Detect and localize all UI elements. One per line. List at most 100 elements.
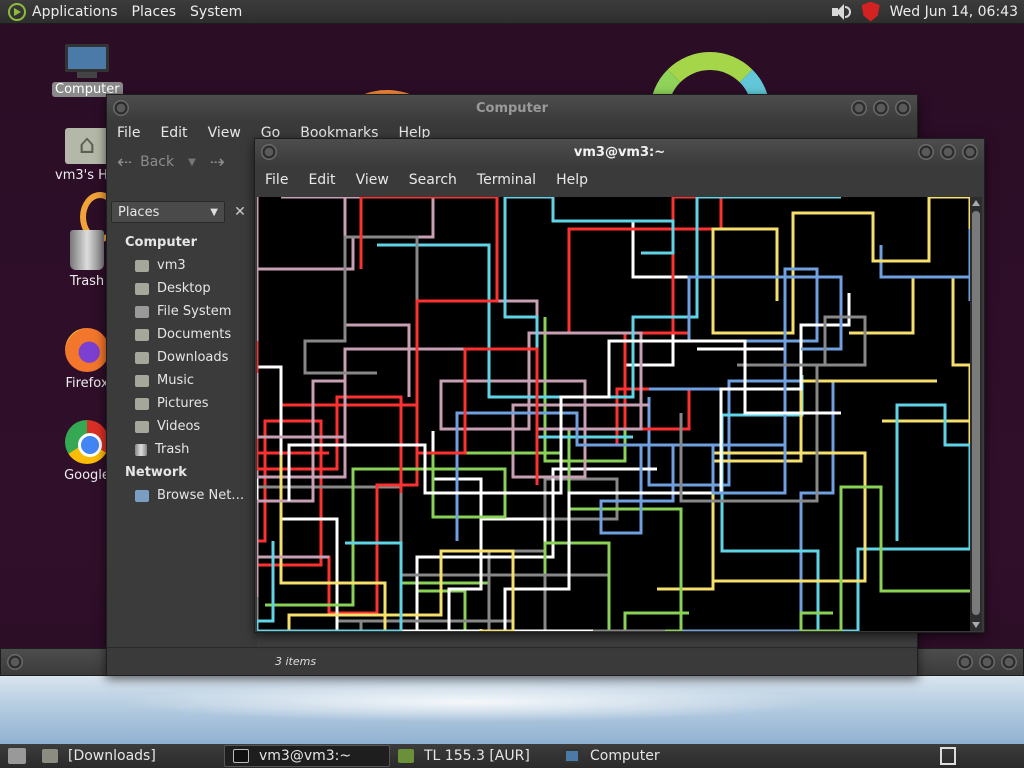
sidebar-item-videos[interactable]: Videos <box>107 415 255 438</box>
sidebar-item-music[interactable]: Music <box>107 369 255 392</box>
sidebar-item-label: Browse Net… <box>157 488 245 503</box>
status-bar: 3 items <box>107 647 917 675</box>
sidebar-item-pictures[interactable]: Pictures <box>107 392 255 415</box>
folder-icon <box>135 351 149 364</box>
sidebar-item-file-system[interactable]: File System <box>107 300 255 323</box>
folder-icon <box>135 374 149 387</box>
menu-view[interactable]: View <box>346 172 399 188</box>
computer-icon <box>65 44 109 78</box>
sidebar-mode-label: Places <box>118 204 160 220</box>
minecraft-icon <box>398 749 414 763</box>
pipe-line <box>359 197 539 485</box>
task-downloads[interactable]: [Downloads] <box>34 745 224 767</box>
trash-icon <box>70 230 104 270</box>
pipe-line <box>647 379 835 631</box>
chrome-icon <box>65 420 109 464</box>
sidebar-item-browse-network[interactable]: Browse Net… <box>107 484 255 507</box>
sidebar-item-label: Documents <box>157 327 232 342</box>
close-icon[interactable] <box>962 144 978 160</box>
terminal-scrollbar[interactable] <box>970 197 982 631</box>
folder-icon <box>42 749 58 763</box>
back-label: Back <box>140 154 175 170</box>
desktop-icon-label: Trash <box>69 274 105 289</box>
minimize-icon[interactable] <box>851 100 867 116</box>
terminal-window[interactable]: vm3@vm3:~ File Edit View Search Terminal… <box>254 138 985 633</box>
task-computer[interactable]: Computer <box>556 745 722 767</box>
sidebar-item-downloads[interactable]: Downloads <box>107 346 255 369</box>
task-label: Computer <box>590 748 660 764</box>
terminal-menubar: File Edit View Search Terminal Help <box>255 165 984 195</box>
volume-icon[interactable] <box>830 3 852 21</box>
sidebar-item-label: Downloads <box>157 350 229 365</box>
places-list: Computer vm3 Desktop File System Documen… <box>107 231 255 507</box>
menu-applications[interactable]: Applications <box>32 4 126 20</box>
terminal-screen[interactable] <box>257 197 970 631</box>
workspace-switcher-icon[interactable] <box>940 747 956 765</box>
menu-view[interactable]: View <box>198 125 251 141</box>
trash-icon <box>135 443 147 456</box>
back-button[interactable]: ⇠ Back ▼ <box>117 152 196 173</box>
window-title: vm3@vm3:~ <box>573 144 666 160</box>
distro-logo-icon[interactable] <box>8 2 26 21</box>
security-shield-icon[interactable] <box>861 1 880 22</box>
close-sidebar-button[interactable]: ✕ <box>229 204 251 220</box>
computer-icon <box>564 749 580 763</box>
close-icon[interactable] <box>895 100 911 116</box>
minimize-icon[interactable] <box>918 144 934 160</box>
task-terminal[interactable]: vm3@vm3:~ <box>224 745 390 767</box>
folder-icon <box>135 397 149 410</box>
home-icon <box>135 259 149 272</box>
back-history-dropdown-icon[interactable]: ▼ <box>188 157 196 168</box>
pipes-animation <box>257 197 970 631</box>
desktop-icon-computer[interactable]: Computer <box>52 44 123 97</box>
menu-help[interactable]: Help <box>546 172 598 188</box>
close-icon[interactable] <box>1001 654 1017 670</box>
pipe-line <box>879 197 970 301</box>
system-tray: Wed Jun 14, 06:43 <box>830 0 1024 24</box>
menu-edit[interactable]: Edit <box>298 172 345 188</box>
pipe-line <box>799 485 970 631</box>
task-label: vm3@vm3:~ <box>259 748 352 764</box>
scroll-down-icon[interactable] <box>972 622 980 628</box>
file-manager-titlebar[interactable]: Computer <box>107 95 917 121</box>
sidebar-item-label: Music <box>157 373 194 388</box>
minimize-icon[interactable] <box>957 654 973 670</box>
scroll-up-icon[interactable] <box>972 200 980 206</box>
chevron-down-icon: ▼ <box>210 206 218 218</box>
menu-search[interactable]: Search <box>399 172 467 188</box>
scrollbar-thumb[interactable] <box>972 211 980 615</box>
sidebar-item-desktop[interactable]: Desktop <box>107 277 255 300</box>
clock[interactable]: Wed Jun 14, 06:43 <box>890 4 1018 20</box>
terminal-titlebar[interactable]: vm3@vm3:~ <box>255 139 984 165</box>
maximize-icon[interactable] <box>873 100 889 116</box>
maximize-icon[interactable] <box>940 144 956 160</box>
window-menu-icon[interactable] <box>7 654 23 670</box>
menu-edit[interactable]: Edit <box>150 125 197 141</box>
task-label: [Downloads] <box>68 748 156 764</box>
folder-icon <box>135 328 149 341</box>
menu-file[interactable]: File <box>255 172 298 188</box>
maximize-icon[interactable] <box>979 654 995 670</box>
task-minecraft[interactable]: TL 155.3 [AUR] <box>390 745 556 767</box>
pipe-line <box>257 419 329 567</box>
sidebar-mode-select[interactable]: Places ▼ <box>111 201 225 223</box>
window-title: Computer <box>475 100 549 116</box>
sidebar-item-label: Trash <box>155 442 190 457</box>
network-icon <box>135 489 149 502</box>
menu-places[interactable]: Places <box>132 4 185 20</box>
sidebar-item-vm3[interactable]: vm3 <box>107 254 255 277</box>
top-panel: Applications Places System Wed Jun 14, 0… <box>0 0 1024 24</box>
show-desktop-icon[interactable] <box>8 748 26 764</box>
pipe-line <box>679 315 867 503</box>
sidebar-item-label: File System <box>157 304 232 319</box>
menu-terminal[interactable]: Terminal <box>467 172 546 188</box>
menu-system[interactable]: System <box>190 4 250 20</box>
terminal-icon <box>233 749 249 763</box>
sidebar-item-documents[interactable]: Documents <box>107 323 255 346</box>
forward-button[interactable]: ⇢ <box>210 152 225 173</box>
task-label: TL 155.3 [AUR] <box>424 748 530 764</box>
pipe-line <box>257 373 347 597</box>
sidebar-item-label: Pictures <box>157 396 209 411</box>
menu-file[interactable]: File <box>107 125 150 141</box>
sidebar-item-trash[interactable]: Trash <box>107 438 255 461</box>
